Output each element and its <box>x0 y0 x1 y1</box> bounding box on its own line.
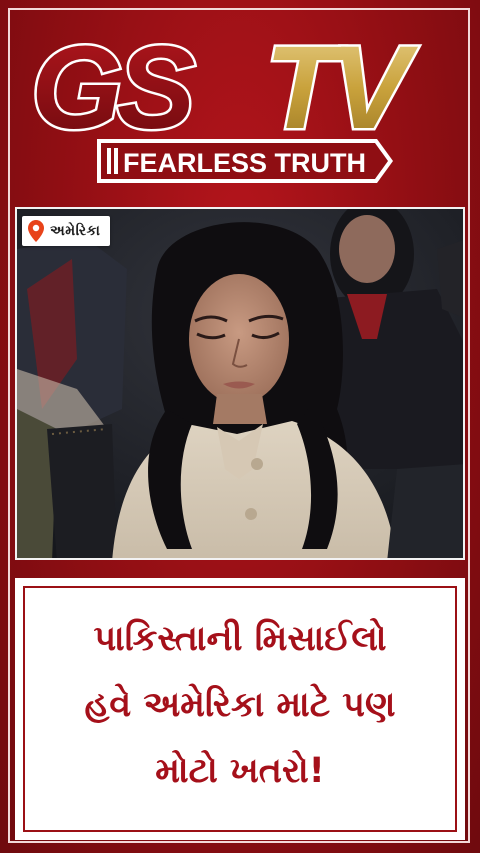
news-photo <box>15 207 465 560</box>
headline-line-2: હવે અમેરિકા માટે પણ <box>84 685 396 725</box>
gstv-logo: GS TV FEARLESS TRUTH <box>29 26 427 183</box>
logo-gs: GS <box>31 26 195 154</box>
headline-line-3: મોટો ખતરો! <box>155 751 325 791</box>
location-badge: અમેરિકા <box>22 216 111 246</box>
location-label: અમેરિકા <box>50 223 101 239</box>
logo-tv: TV <box>265 26 418 154</box>
tagline-text: FEARLESS TRUTH <box>123 148 366 178</box>
headline: પાકિસ્તાની મિસાઈલો હવે અમેરિકા માટે પણ મ… <box>15 606 465 804</box>
headline-card: પાકિસ્તાની મિસાઈલો હવે અમેરિકા માટે પણ મ… <box>15 578 465 840</box>
tagline-banner: FEARLESS TRUTH <box>97 139 393 183</box>
headline-line-1: પાકિસ્તાની મિસાઈલો <box>93 619 387 659</box>
location-pin-icon <box>28 220 44 242</box>
